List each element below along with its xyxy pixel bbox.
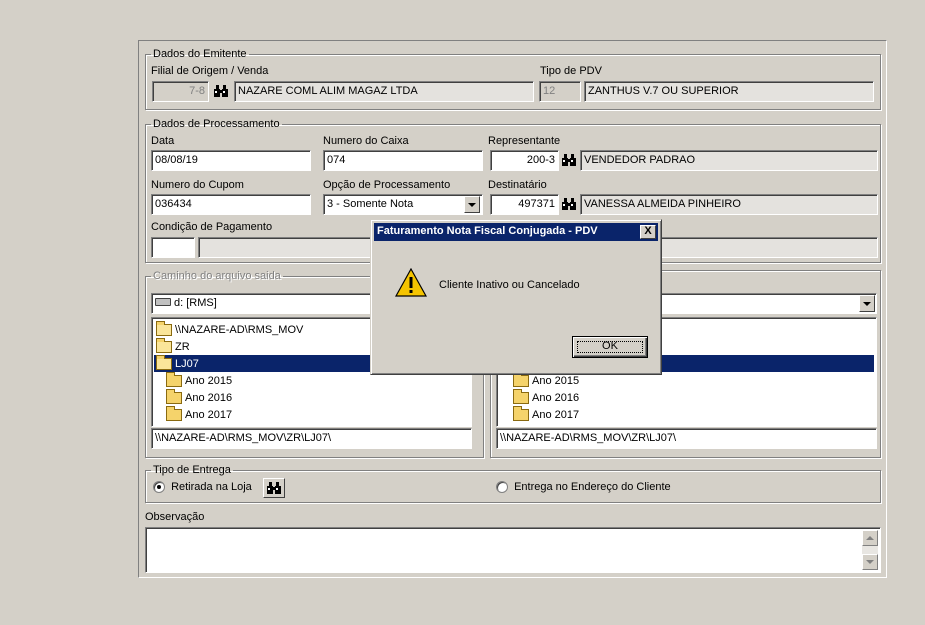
data-label: Data — [151, 135, 175, 147]
scroll-down-button[interactable] — [862, 554, 878, 570]
dir-item[interactable]: Ano 2017 — [499, 405, 874, 423]
opcao-dropdown-button[interactable] — [464, 196, 480, 213]
folder-icon — [166, 388, 182, 404]
focus-rect — [577, 341, 643, 353]
chevron-down-icon — [468, 202, 476, 207]
dir-item[interactable]: Ano 2017 — [154, 405, 469, 423]
dir-item-label: Ano 2015 — [185, 374, 233, 387]
path-field[interactable]: \\NAZARE-AD\RMS_MOV\ZR\LJ07\ — [151, 428, 472, 449]
folder-icon — [156, 320, 172, 336]
binoculars-icon[interactable] — [263, 478, 285, 498]
group-processamento-title: Dados de Processamento — [153, 118, 280, 130]
binoculars-icon[interactable] — [211, 81, 231, 101]
representante-name-field: VENDEDOR PADRAO — [580, 150, 878, 171]
chevron-up-icon — [866, 536, 874, 540]
folder-icon — [166, 371, 182, 387]
opcao-label: Opção de Processamento — [323, 179, 451, 191]
observacao-label: Observação — [145, 511, 205, 523]
chevron-down-icon — [866, 560, 874, 564]
folder-icon — [513, 371, 529, 387]
dialog-titlebar[interactable]: Faturamento Nota Fiscal Conjugada - PDV … — [374, 223, 658, 241]
folder-icon — [156, 354, 172, 370]
condicao-code-field[interactable] — [151, 237, 195, 258]
ok-button[interactable]: OK — [572, 336, 648, 358]
filial-code-field[interactable]: 7-8 — [152, 81, 209, 102]
representante-label: Representante — [488, 135, 561, 147]
dir-item-label: Ano 2016 — [185, 391, 233, 404]
tipo-pdv-name-field: ZANTHUS V.7 OU SUPERIOR — [584, 81, 874, 102]
binoculars-icon[interactable] — [559, 194, 579, 214]
filial-label: Filial de Origem / Venda — [151, 65, 269, 77]
dialog-message: Cliente Inativo ou Cancelado — [439, 279, 580, 291]
tipo-pdv-code-field[interactable]: 12 — [539, 81, 581, 102]
folder-icon — [156, 337, 172, 353]
dir-item-label: Ano 2016 — [532, 391, 580, 404]
group-entrega-title: Tipo de Entrega — [153, 464, 231, 476]
binoculars-icon[interactable] — [559, 150, 579, 170]
dir-item-label: Ano 2015 — [532, 374, 580, 387]
warning-icon — [394, 267, 428, 301]
drive-value: d: [RMS] — [174, 297, 217, 309]
radio-button-checked[interactable] — [153, 481, 165, 494]
path-field-right[interactable]: \\NAZARE-AD\RMS_MOV\ZR\LJ07\ — [496, 428, 877, 449]
cupom-field[interactable]: 036434 — [151, 194, 311, 215]
observacao-textarea[interactable] — [145, 527, 881, 573]
destinatario-name-field: VANESSA ALMEIDA PINHEIRO — [580, 194, 878, 215]
opcao-select-value: 3 - Somente Nota — [327, 198, 414, 210]
destinatario-label: Destinatário — [488, 179, 547, 191]
folder-icon — [513, 405, 529, 421]
dir-item-label: ZR — [175, 340, 190, 353]
drive-dropdown-button[interactable] — [859, 295, 875, 312]
group-emitente-title: Dados do Emitente — [153, 48, 247, 60]
scroll-up-button[interactable] — [862, 530, 878, 546]
dir-item-label: \\NAZARE-AD\RMS_MOV — [175, 323, 304, 336]
radio-retirada-loja[interactable]: Retirada na Loja — [153, 481, 252, 494]
radio-button[interactable] — [496, 481, 508, 494]
group-caminho-title: Caminho do arquivo saida — [153, 270, 281, 282]
radio-endereco-label: Entrega no Endereço do Cliente — [514, 481, 671, 493]
chevron-down-icon — [863, 301, 871, 306]
radio-entrega-endereco[interactable]: Entrega no Endereço do Cliente — [496, 481, 671, 494]
cupom-label: Numero do Cupom — [151, 179, 244, 191]
dir-item-label: Ano 2017 — [532, 408, 580, 421]
observacao-scrollbar[interactable] — [862, 530, 878, 570]
filial-name-field: NAZARE COML ALIM MAGAZ LTDA — [234, 81, 534, 102]
opcao-select[interactable]: 3 - Somente Nota — [323, 194, 483, 215]
close-button[interactable]: X — [640, 225, 656, 239]
destinatario-code-field[interactable]: 497371 — [490, 194, 559, 215]
caixa-field[interactable]: 074 — [323, 150, 483, 171]
alert-dialog: Faturamento Nota Fiscal Conjugada - PDV … — [370, 219, 662, 375]
dir-item-label: LJ07 — [175, 357, 199, 370]
representante-code-field[interactable]: 200-3 — [490, 150, 559, 171]
data-field[interactable]: 08/08/19 — [151, 150, 311, 171]
dir-item[interactable]: Ano 2016 — [154, 388, 469, 406]
folder-icon — [513, 388, 529, 404]
folder-icon — [166, 405, 182, 421]
dir-item[interactable]: Ano 2016 — [499, 388, 874, 406]
radio-retirada-label: Retirada na Loja — [171, 481, 252, 493]
tipo-pdv-label: Tipo de PDV — [540, 65, 602, 77]
dir-item-label: Ano 2017 — [185, 408, 233, 421]
caixa-label: Numero do Caixa — [323, 135, 409, 147]
drive-icon — [155, 298, 171, 306]
condicao-label: Condição de Pagamento — [151, 221, 273, 233]
close-icon: X — [644, 225, 652, 237]
dialog-title: Faturamento Nota Fiscal Conjugada - PDV — [377, 225, 598, 237]
